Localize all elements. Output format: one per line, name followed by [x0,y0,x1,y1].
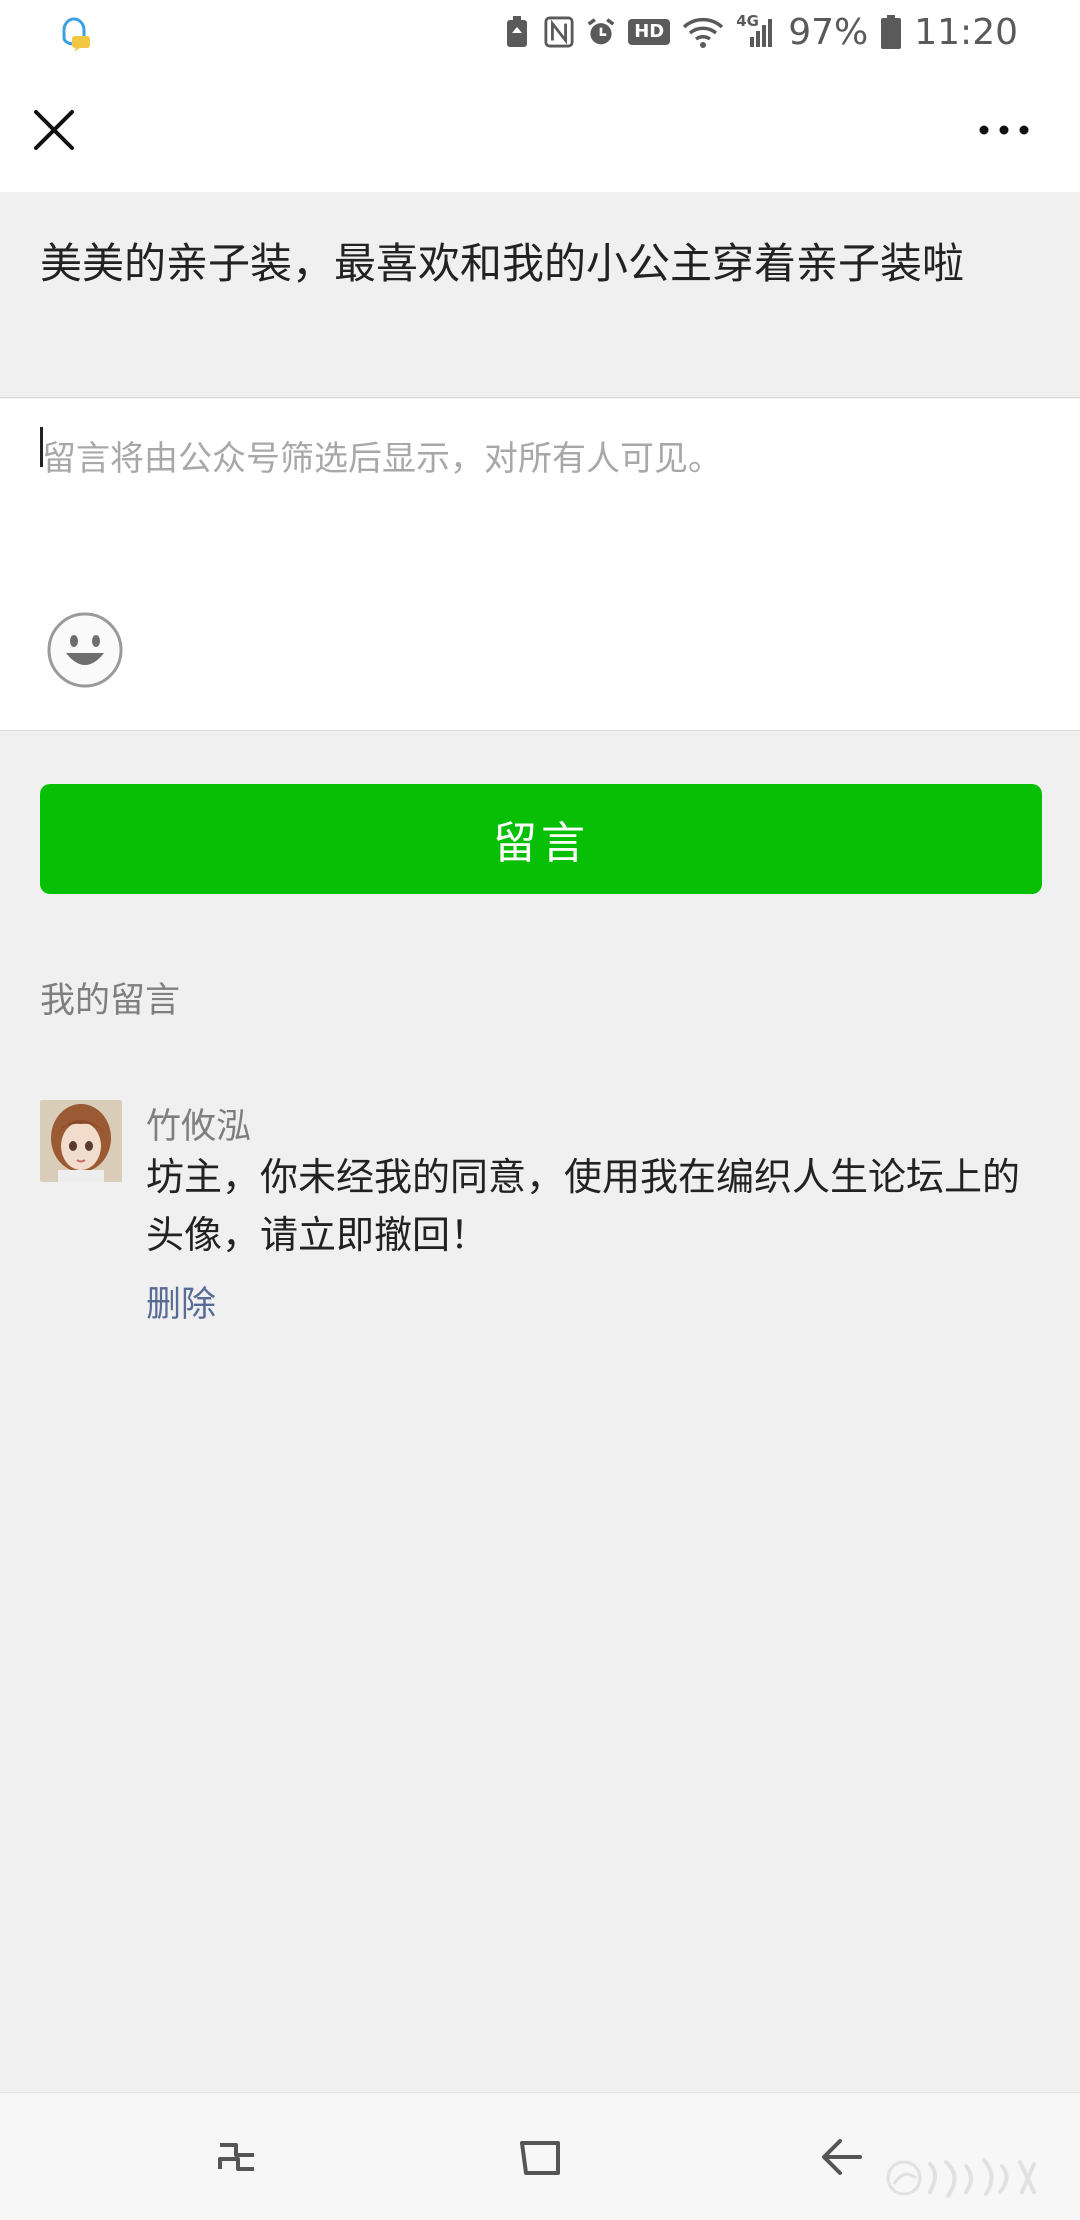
signal-icon: 4G [736,12,776,50]
recent-apps-icon [218,2143,254,2171]
wifi-icon [682,14,724,50]
top-bar [0,64,1080,192]
close-button[interactable] [22,98,86,162]
more-button[interactable] [964,98,1044,162]
back-icon [822,2139,862,2175]
submit-comment-button[interactable]: 留言 [40,784,1042,894]
comment-input-placeholder[interactable]: 留言将由公众号筛选后显示，对所有人可见。 [42,431,722,480]
network-type-label: 4G [736,12,759,30]
emoji-icon [47,612,123,688]
status-icons: HD 4G 97% 11:20 [502,0,1018,64]
alarm-icon [586,14,616,50]
comment-author: 竹攸泓 [146,1107,252,1147]
watermark-logo [874,2144,1074,2214]
status-bar: HD 4G 97% 11:20 [0,0,1080,64]
my-comments-heading: 我的留言 [40,981,181,1021]
nfc-icon [544,14,574,50]
back-button[interactable] [810,2125,874,2189]
battery-icon [880,14,902,50]
article-title: 美美的亲子装，最喜欢和我的小公主穿着亲子装啦 [40,239,965,288]
navigation-bar [0,2092,1080,2220]
comment-editor[interactable]: 留言将由公众号筛选后显示，对所有人可见。 [0,399,1080,731]
home-button[interactable] [508,2125,572,2189]
avatar [40,1100,122,1182]
delete-comment-link[interactable]: 删除 [146,1276,216,1327]
clock: 11:20 [914,11,1018,53]
emoji-button[interactable] [46,611,124,689]
article-title-panel: 美美的亲子装，最喜欢和我的小公主穿着亲子装啦 [0,192,1080,398]
recent-apps-button[interactable] [206,2125,270,2189]
battery-percent: 97% [788,11,869,53]
comment-item: 竹攸泓 坊主，你未经我的同意，使用我在编织人生论坛上的头像，请立即撤回！ 删除 [0,1096,1080,1336]
qq-notification-icon [52,10,96,54]
more-icon [979,125,1029,135]
home-icon [520,2141,560,2175]
battery-saver-icon [502,14,532,50]
hd-voice-icon: HD [628,19,671,45]
comment-text: 坊主，你未经我的同意，使用我在编织人生论坛上的头像，请立即撤回！ [146,1155,1021,1257]
close-icon [34,110,74,150]
